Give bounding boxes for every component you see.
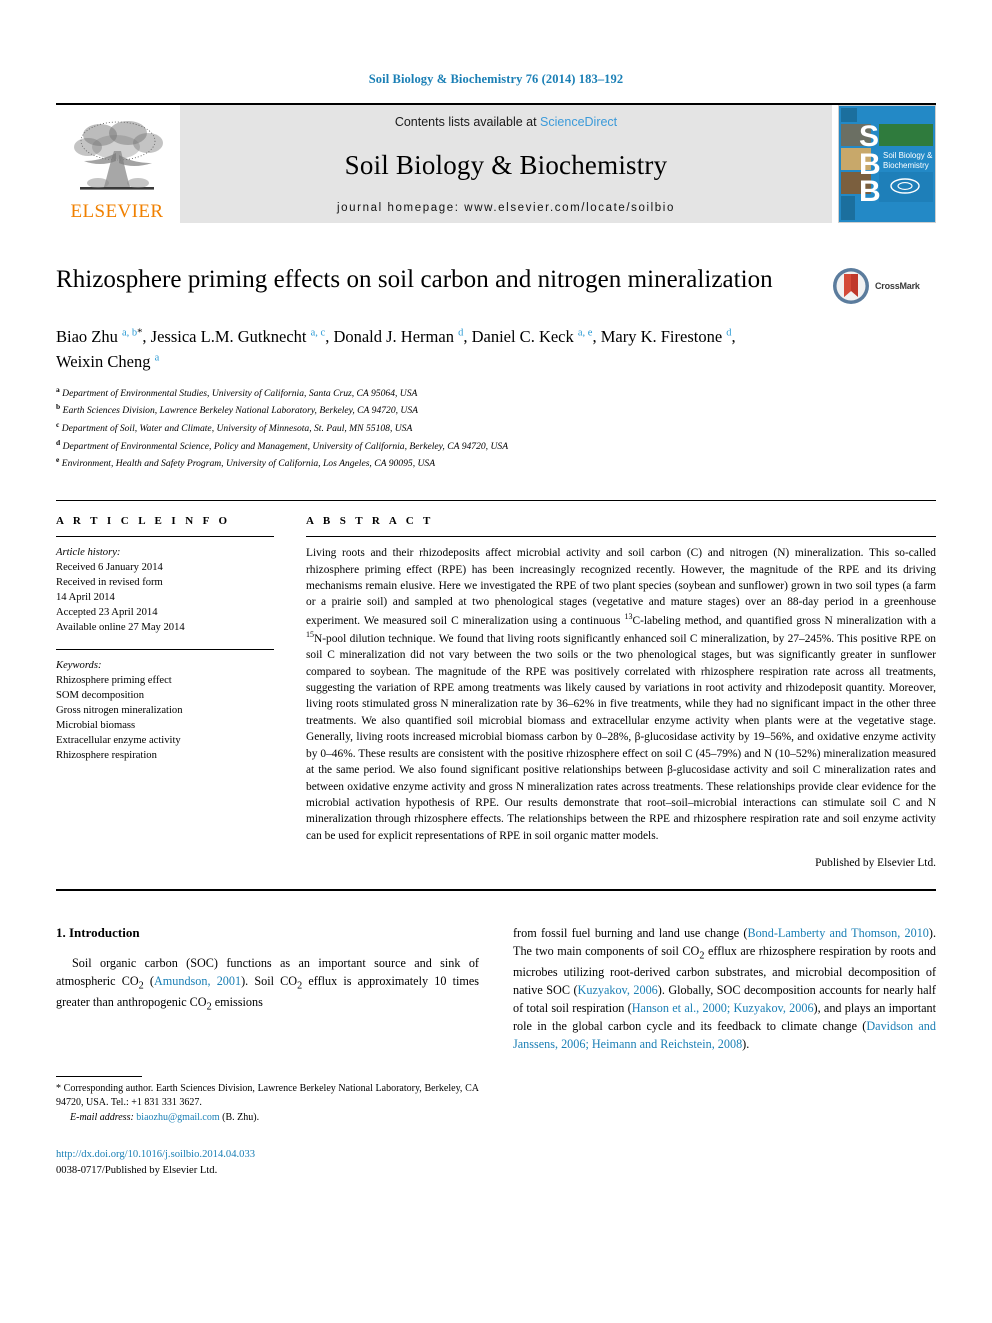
- history-item: Accepted 23 April 2014: [56, 607, 158, 619]
- svg-text:Biochemistry: Biochemistry: [883, 161, 929, 170]
- doi-block: http://dx.doi.org/10.1016/j.soilbio.2014…: [56, 1147, 479, 1179]
- divider: [306, 536, 936, 538]
- article-info-heading: A R T I C L E I N F O: [56, 515, 231, 528]
- affiliation-mark: d: [56, 437, 61, 447]
- crossmark-badge[interactable]: CrossMark: [832, 265, 936, 305]
- divider: [56, 649, 274, 651]
- journal-cover-thumbnail[interactable]: S B B Soil Biology & Biochemistry: [838, 105, 936, 223]
- article-info-column: A R T I C L E I N F O Article history: R…: [56, 515, 274, 869]
- affiliation-text: Department of Environmental Science, Pol…: [62, 440, 509, 452]
- footnote-block: * Corresponding author. Earth Sciences D…: [56, 1075, 479, 1179]
- abstract-heading: A B S T R A C T: [306, 515, 434, 528]
- abstract-text: Living roots and their rhizodeposits aff…: [306, 547, 936, 842]
- affiliation-item: b Earth Sciences Division, Lawrence Berk…: [56, 401, 936, 419]
- body-column-right: from fossil fuel burning and land use ch…: [513, 925, 936, 1179]
- elsevier-tree-icon: [74, 121, 163, 190]
- journal-cover-art: S B B Soil Biology & Biochemistry: [839, 106, 935, 222]
- history-item: Received in revised form: [56, 577, 163, 589]
- affiliation-mark: c: [56, 419, 60, 429]
- journal-masthead: ELSEVIER Contents lists available at Sci…: [56, 103, 936, 223]
- introduction-paragraph-right: from fossil fuel burning and land use ch…: [513, 926, 937, 1051]
- affiliation-text: Earth Sciences Division, Lawrence Berkel…: [62, 405, 419, 417]
- affiliation-item: a Department of Environmental Studies, U…: [56, 384, 936, 402]
- affiliation-item: e Environment, Health and Safety Program…: [56, 454, 936, 472]
- article-history-group: Article history: Received 6 January 2014…: [56, 545, 274, 635]
- introduction-paragraph-left: Soil organic carbon (SOC) functions as a…: [56, 956, 480, 1013]
- history-item: 14 April 2014: [56, 592, 115, 604]
- crossmark-label: CrossMark: [875, 281, 920, 291]
- journal-homepage-link[interactable]: journal homepage: www.elsevier.com/locat…: [337, 202, 675, 214]
- keywords-title: Keywords:: [56, 660, 102, 672]
- affiliation-text: Department of Soil, Water and Climate, U…: [61, 423, 413, 435]
- affiliation-item: c Department of Soil, Water and Climate,…: [56, 419, 936, 437]
- email-note: E-mail address: biaozhu@gmail.com (B. Zh…: [56, 1111, 479, 1126]
- keyword-item: SOM decomposition: [56, 690, 144, 702]
- info-abstract-region: A R T I C L E I N F O Article history: R…: [56, 500, 936, 869]
- keyword-item: Rhizosphere respiration: [56, 750, 157, 762]
- published-by-note: Published by Elsevier Ltd.: [815, 857, 936, 870]
- introduction-heading: 1. Introduction: [56, 925, 140, 941]
- email-owner: (B. Zhu).: [222, 1111, 260, 1123]
- page-title: Rhizosphere priming effects on soil carb…: [56, 266, 773, 293]
- footnote-rule: [56, 1075, 142, 1077]
- corresponding-author-note: * Corresponding author. Earth Sciences D…: [56, 1082, 479, 1109]
- keyword-item: Rhizosphere priming effect: [56, 675, 172, 687]
- journal-title: Soil Biology & Biochemistry: [344, 150, 668, 180]
- email-link[interactable]: biaozhu@gmail.com: [136, 1112, 219, 1123]
- article-history-title: Article history:: [56, 547, 121, 559]
- body-column-left: 1. Introduction Soil organic carbon (SOC…: [56, 925, 479, 1179]
- affiliation-list: a Department of Environmental Studies, U…: [56, 384, 936, 473]
- affiliation-mark: a: [56, 384, 60, 394]
- journal-band: Contents lists available at ScienceDirec…: [180, 105, 832, 223]
- running-head: Soil Biology & Biochemistry 76 (2014) 18…: [368, 72, 624, 86]
- affiliation-text: Environment, Health and Safety Program, …: [61, 458, 436, 470]
- keyword-item: Gross nitrogen mineralization: [56, 705, 183, 717]
- title-block: Rhizosphere priming effects on soil carb…: [56, 265, 936, 305]
- title-column: Rhizosphere priming effects on soil carb…: [56, 265, 832, 296]
- abstract-column: A B S T R A C T Living roots and their r…: [306, 515, 936, 869]
- article-page: Soil Biology & Biochemistry 76 (2014) 18…: [0, 0, 992, 1323]
- body-columns: 1. Introduction Soil organic carbon (SOC…: [56, 925, 936, 1179]
- history-item: Available online 27 May 2014: [56, 622, 185, 634]
- section-divider: [56, 889, 936, 892]
- keyword-item: Microbial biomass: [56, 720, 136, 732]
- affiliation-item: d Department of Environmental Science, P…: [56, 437, 936, 455]
- divider: [56, 536, 274, 538]
- issn-line: 0038-0717/Published by Elsevier Ltd.: [56, 1165, 218, 1177]
- contents-available-line: Contents lists available at ScienceDirec…: [395, 115, 617, 129]
- keyword-item: Extracellular enzyme activity: [56, 735, 181, 747]
- author-list: Biao Zhu a, b*, Jessica L.M. Gutknecht a…: [56, 327, 736, 371]
- affiliation-mark: e: [56, 455, 60, 465]
- svg-text:Soil Biology &: Soil Biology &: [883, 151, 933, 160]
- elsevier-wordmark: ELSEVIER: [70, 201, 164, 222]
- sciencedirect-link[interactable]: ScienceDirect: [540, 115, 617, 129]
- contents-prefix: Contents lists available at: [394, 115, 541, 129]
- email-label: E-mail address:: [70, 1111, 134, 1123]
- keywords-group: Keywords: Rhizosphere priming effect SOM…: [56, 658, 274, 763]
- history-item: Received 6 January 2014: [56, 562, 163, 574]
- svg-text:B: B: [859, 175, 881, 208]
- affiliation-text: Department of Environmental Studies, Uni…: [62, 387, 418, 399]
- crossmark-icon: [833, 268, 869, 304]
- doi-link[interactable]: http://dx.doi.org/10.1016/j.soilbio.2014…: [56, 1147, 479, 1163]
- elsevier-logo: ELSEVIER: [56, 105, 178, 223]
- affiliation-mark: b: [56, 402, 61, 412]
